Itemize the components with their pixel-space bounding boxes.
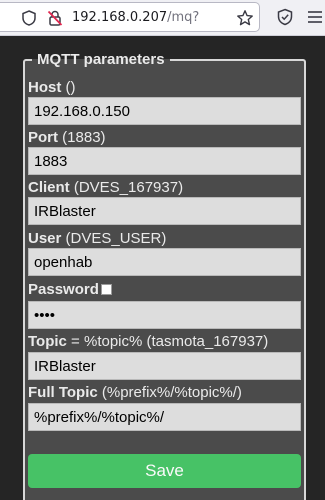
client-label: Client (DVES_167937) [28, 179, 184, 196]
client-input[interactable] [28, 197, 301, 225]
topic-input[interactable] [28, 352, 301, 380]
show-password-checkbox[interactable] [100, 284, 112, 295]
url-text: 192.168.0.207/mq? [72, 10, 200, 25]
browser-toolbar: 192.168.0.207/mq? [0, 0, 325, 36]
port-label: Port (1883) [28, 129, 106, 146]
host-input[interactable] [28, 97, 301, 125]
save-button[interactable]: Save [28, 454, 301, 488]
password-input[interactable] [28, 301, 301, 329]
shield-icon[interactable] [20, 9, 38, 27]
user-input[interactable] [28, 248, 301, 276]
password-label: Password [28, 281, 112, 299]
lock-insecure-icon[interactable] [46, 9, 64, 27]
menu-icon[interactable] [306, 8, 324, 26]
url-bar[interactable]: 192.168.0.207/mq? [0, 2, 260, 32]
full-topic-label: Full Topic (%prefix%/%topic%/) [28, 384, 242, 401]
star-icon[interactable] [236, 9, 254, 27]
full-topic-input[interactable] [28, 403, 301, 431]
shield-check-icon[interactable] [276, 8, 294, 26]
port-input[interactable] [28, 147, 301, 175]
page-content: MQTT parameters Host () Port (1883) Clie… [0, 36, 325, 500]
user-label: User (DVES_USER) [28, 230, 167, 247]
mqtt-legend: MQTT parameters [37, 51, 165, 68]
host-label: Host () [28, 79, 76, 96]
topic-label: Topic = %topic% (tasmota_167937) [28, 333, 269, 350]
